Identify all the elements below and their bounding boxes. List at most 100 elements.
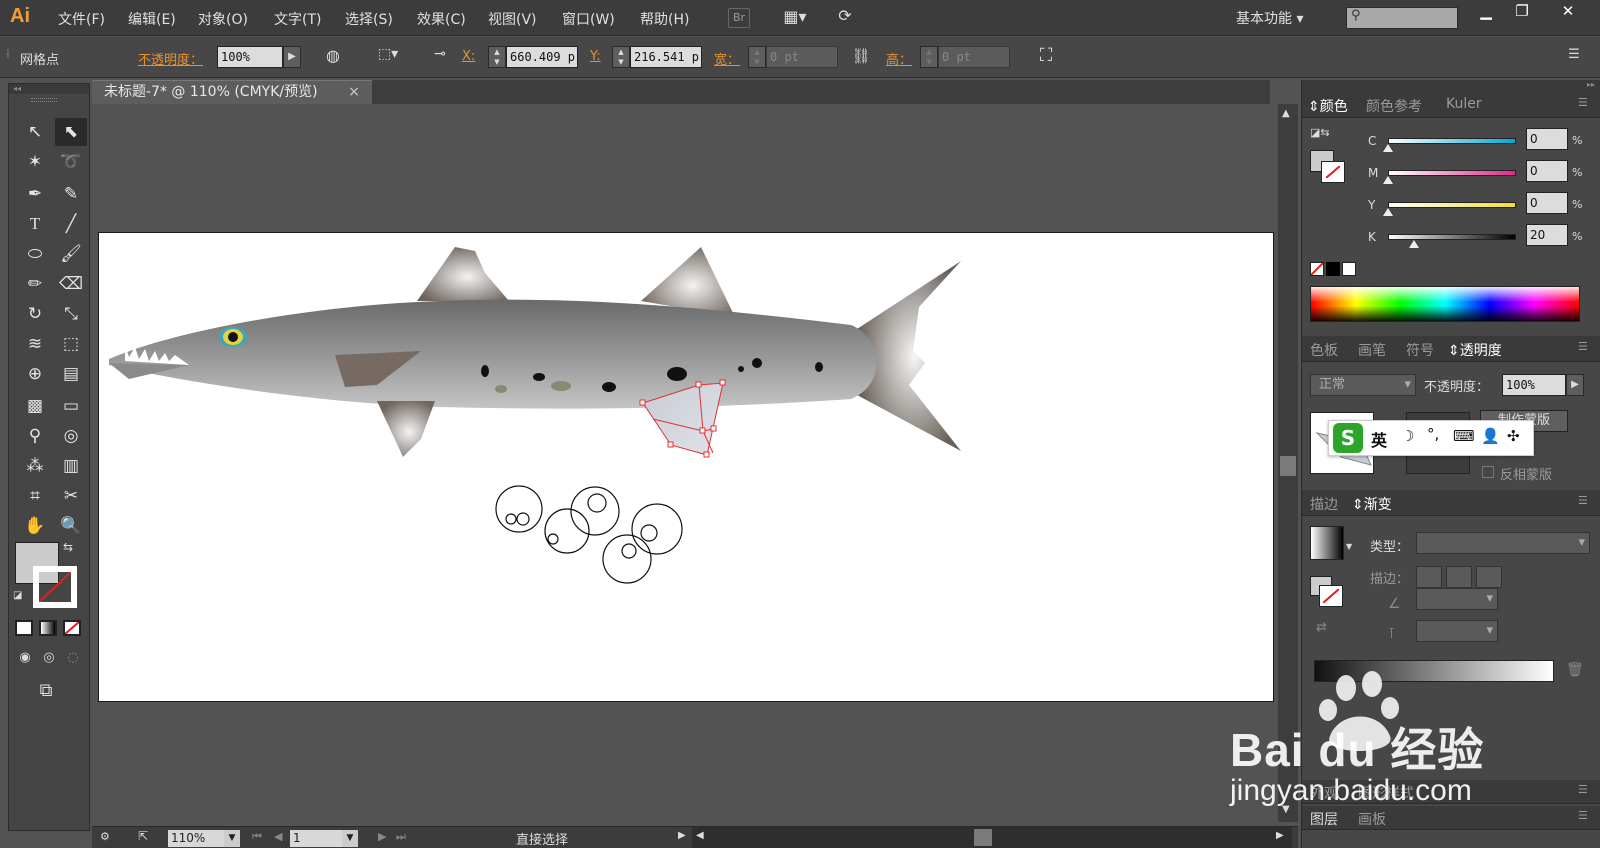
gradient-panel-menu-icon[interactable]: ☰ <box>1578 494 1588 507</box>
slice-tool-icon[interactable]: ✂ <box>55 482 87 510</box>
tab-layers[interactable]: 图层 <box>1310 809 1338 829</box>
pelvic-fin[interactable] <box>377 401 435 457</box>
menu-object[interactable]: 对象(O) <box>198 9 248 29</box>
swap-fill-stroke-icon[interactable]: ⇆ <box>63 540 73 554</box>
zoom-dropdown-icon[interactable]: ▼ <box>224 830 240 847</box>
appearance-panel-menu-icon[interactable]: ☰ <box>1578 783 1588 796</box>
scroll-up-icon[interactable]: ▲ <box>1282 108 1290 119</box>
cyan-slider-thumb[interactable] <box>1383 144 1393 152</box>
gradient-mode-icon[interactable] <box>39 620 57 636</box>
perspective-grid-tool-icon[interactable]: ▤ <box>55 360 87 388</box>
draw-inside-icon[interactable]: ◌ <box>63 650 83 665</box>
ellipse-tool-icon[interactable]: ⬭ <box>19 240 51 268</box>
magenta-slider-thumb[interactable] <box>1383 176 1393 184</box>
tab-swatches[interactable]: 色板 <box>1310 340 1338 360</box>
search-input[interactable]: ⚲ <box>1346 7 1458 29</box>
vertical-scroll-thumb[interactable] <box>1280 456 1296 476</box>
hand-tool-icon[interactable]: ✋ <box>19 512 51 540</box>
last-artboard-icon[interactable]: ⏭ <box>396 830 406 844</box>
dock-collapse-icon[interactable]: ▸▸ <box>1302 80 1600 92</box>
yellow-slider-track[interactable] <box>1388 202 1516 208</box>
minimize-button[interactable]: ▁ <box>1468 0 1504 24</box>
status-menu-icon[interactable]: ▶ <box>678 830 686 841</box>
rotate-tool-icon[interactable]: ↻ <box>19 300 51 328</box>
layers-panel-menu-icon[interactable]: ☰ <box>1578 809 1588 822</box>
blend-mode-dropdown[interactable]: 正常 ▾ <box>1310 374 1416 396</box>
black-slider-track[interactable] <box>1388 234 1516 240</box>
menu-edit[interactable]: 编辑(E) <box>128 9 176 29</box>
stroke-swatch[interactable] <box>33 566 77 608</box>
eyedropper-tool-icon[interactable]: ⚲ <box>19 422 51 450</box>
tools-collapse-icon[interactable]: ◂◂ <box>9 84 89 94</box>
pencil-tool-icon[interactable]: ✏ <box>19 270 51 298</box>
opacity-field[interactable]: 100% <box>217 46 283 68</box>
magenta-value-field[interactable]: 0 <box>1526 160 1568 182</box>
shape-builder-tool-icon[interactable]: ⊕ <box>19 360 51 388</box>
black-slider-thumb[interactable] <box>1408 240 1419 248</box>
blend-tool-icon[interactable]: ◎ <box>55 422 87 450</box>
menu-window[interactable]: 窗口(W) <box>562 9 615 29</box>
column-graph-tool-icon[interactable]: ▥ <box>55 452 87 480</box>
transparency-opacity-field[interactable]: 100% <box>1502 374 1566 396</box>
cyan-value-field[interactable]: 0 <box>1526 128 1568 150</box>
close-window-button[interactable]: ✕ <box>1550 0 1586 24</box>
ime-menu-icon[interactable]: ✣ <box>1507 427 1520 445</box>
pen-tool-icon[interactable]: ✒ <box>19 180 51 208</box>
y-label[interactable]: Y: <box>590 49 601 64</box>
magenta-slider-track[interactable] <box>1388 170 1516 176</box>
ime-halfwidth-icon[interactable]: ☽ <box>1401 427 1414 445</box>
draw-normal-icon[interactable]: ◉ <box>15 650 35 665</box>
tab-symbols[interactable]: 符号 <box>1406 340 1434 360</box>
black-color-swatch[interactable] <box>1326 262 1340 276</box>
tab-stroke[interactable]: 描边 <box>1310 494 1338 514</box>
gradient-slider[interactable] <box>1314 660 1554 682</box>
free-transform-tool-icon[interactable]: ⬚ <box>55 330 87 358</box>
arrange-documents-icon[interactable]: ▦▾ <box>778 7 812 29</box>
anchor-convert-icon[interactable]: ⊸ <box>428 46 452 68</box>
tab-brushes[interactable]: 画笔 <box>1358 340 1386 360</box>
transform-reference-icon[interactable]: ⬚▾ <box>372 46 404 68</box>
next-artboard-icon[interactable]: ▶ <box>378 830 386 843</box>
delete-stop-icon[interactable]: 🗑 <box>1566 662 1584 678</box>
selection-tool-icon[interactable]: ↖ <box>19 118 51 146</box>
recolor-icon[interactable]: ◍ <box>322 46 344 68</box>
dorsal-fin-front[interactable] <box>417 247 509 301</box>
first-artboard-icon[interactable]: ⏮ <box>252 830 262 844</box>
link-proportions-icon[interactable]: ⛓ <box>850 47 872 69</box>
tab-appearance[interactable]: 外观 <box>1310 783 1338 803</box>
fill-stroke-toggle-icon[interactable]: ◪⇆ <box>1310 126 1330 139</box>
cyan-slider-track[interactable] <box>1388 138 1516 144</box>
x-spinner[interactable]: ▲ ▼ <box>488 46 506 68</box>
vertical-scrollbar[interactable]: ▲ ▼ <box>1278 104 1298 822</box>
ime-user-icon[interactable]: 👤 <box>1481 427 1500 445</box>
panel-stroke-swatch[interactable] <box>1321 161 1345 183</box>
close-tab-icon[interactable]: × <box>348 81 360 103</box>
tab-kuler[interactable]: Kuler <box>1446 96 1482 112</box>
artboard[interactable] <box>98 232 1274 702</box>
menu-effect[interactable]: 效果(C) <box>417 9 466 29</box>
horizontal-scrollbar[interactable]: ◀ ▶ <box>692 827 1292 848</box>
scroll-left-icon[interactable]: ◀ <box>696 830 704 841</box>
lasso-tool-icon[interactable]: ➰ <box>55 148 87 176</box>
status-options-icon[interactable]: ⚙ <box>100 830 110 843</box>
tab-color-guide[interactable]: 颜色参考 <box>1366 96 1422 116</box>
menu-file[interactable]: 文件(F) <box>58 9 105 29</box>
none-mode-icon[interactable] <box>63 620 81 636</box>
color-mode-icon[interactable] <box>15 620 33 636</box>
bubbles-group[interactable] <box>495 485 683 584</box>
transparency-opacity-arrow[interactable]: ▶ <box>1566 374 1584 396</box>
default-fill-stroke-icon[interactable]: ◪ <box>13 590 22 601</box>
tab-transparency[interactable]: ⇕透明度 <box>1448 340 1502 360</box>
scale-tool-icon[interactable]: ⤡ <box>55 300 87 328</box>
white-color-swatch[interactable] <box>1342 262 1356 276</box>
color-spectrum[interactable] <box>1310 286 1580 322</box>
ime-toolbar[interactable]: S 英 ☽ °, ⌨ 👤 ✣ <box>1328 420 1534 456</box>
ime-keyboard-icon[interactable]: ⌨ <box>1453 427 1475 445</box>
none-color-swatch[interactable] <box>1310 262 1324 276</box>
menu-type[interactable]: 文字(T) <box>274 9 321 29</box>
artboard-tool-icon[interactable]: ⌗ <box>19 482 51 510</box>
fish-body[interactable] <box>109 299 877 409</box>
zoom-field[interactable]: 110% <box>168 830 224 847</box>
scroll-down-icon[interactable]: ▼ <box>1282 804 1290 815</box>
restore-button[interactable]: ❐ <box>1504 0 1540 24</box>
